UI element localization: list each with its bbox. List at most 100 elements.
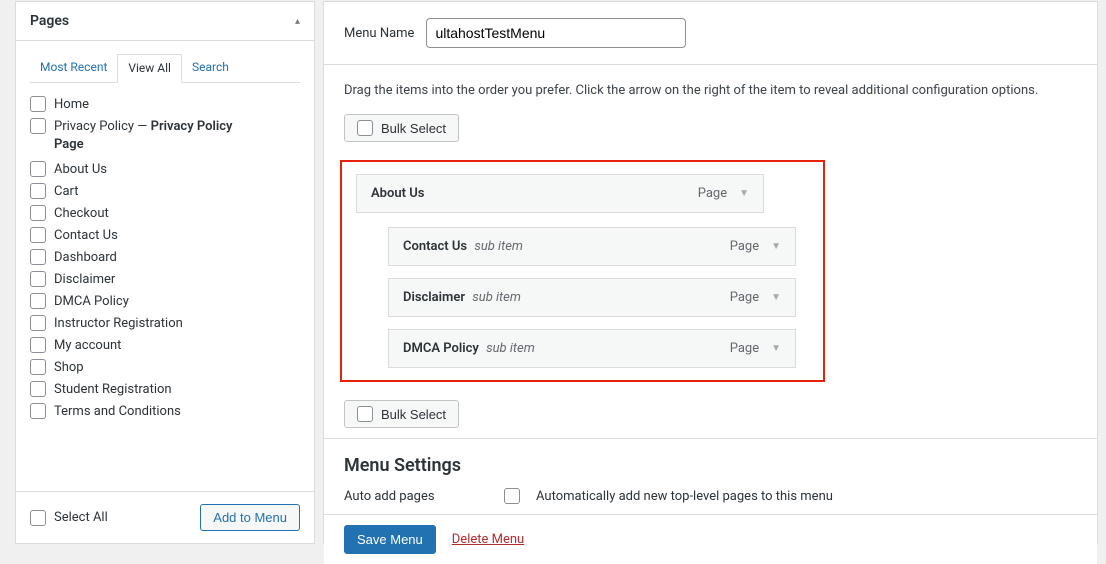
menu-bottom-bar: Save Menu Delete Menu xyxy=(324,514,1097,564)
add-to-menu-button[interactable]: Add to Menu xyxy=(200,504,300,531)
page-label: Contact Us xyxy=(54,228,118,243)
page-label: Home xyxy=(54,97,89,112)
list-item: Shop xyxy=(30,356,300,378)
menu-item-meta: Page ▼ xyxy=(698,186,749,201)
save-menu-button[interactable]: Save Menu xyxy=(344,525,436,554)
page-label-suffix: Privacy Policy xyxy=(151,119,233,134)
list-item: Checkout xyxy=(30,202,300,224)
chevron-down-icon[interactable]: ▼ xyxy=(771,292,781,303)
menu-name-label: Menu Name xyxy=(344,26,414,41)
pages-metabox: Pages ▴ Most Recent View All Search Home… xyxy=(15,1,315,544)
menu-editor: Menu Name Drag the items into the order … xyxy=(323,1,1098,544)
list-item: Home xyxy=(30,93,300,115)
chevron-down-icon[interactable]: ▼ xyxy=(739,188,749,199)
page-label-main: Privacy Policy xyxy=(54,119,134,134)
page-label-suffix-line2: Page xyxy=(54,137,300,152)
list-item: Dashboard xyxy=(30,246,300,268)
menu-item-type: Page xyxy=(698,186,727,201)
menu-item-name: About Us xyxy=(371,186,424,201)
bulk-select-button-bottom[interactable]: Bulk Select xyxy=(344,400,459,428)
page-label: Terms and Conditions xyxy=(54,404,181,419)
menu-item-disclaimer[interactable]: Disclaimer sub item Page ▼ xyxy=(388,278,796,317)
checkbox[interactable] xyxy=(30,271,46,287)
checkbox[interactable] xyxy=(30,227,46,243)
bulk-select-label: Bulk Select xyxy=(381,407,446,422)
menu-settings-section: Menu Settings Auto add pages Automatical… xyxy=(324,438,1097,514)
select-all-control[interactable]: Select All xyxy=(30,510,108,526)
menu-item-name: DMCA Policy sub item xyxy=(403,341,535,356)
menu-item-type: Page xyxy=(730,341,759,356)
checkbox[interactable] xyxy=(504,488,520,504)
page-label: About Us xyxy=(54,162,107,177)
checkbox[interactable] xyxy=(30,510,46,526)
list-item: Student Registration xyxy=(30,378,300,400)
chevron-down-icon[interactable]: ▼ xyxy=(771,343,781,354)
menu-item-meta: Page ▼ xyxy=(730,239,781,254)
pages-panel-footer: Select All Add to Menu xyxy=(16,491,314,543)
list-item: DMCA Policy xyxy=(30,290,300,312)
tab-most-recent[interactable]: Most Recent xyxy=(30,54,117,83)
menu-name-input[interactable] xyxy=(426,18,686,48)
pages-tabs: Most Recent View All Search xyxy=(30,53,300,83)
list-item: Disclaimer xyxy=(30,268,300,290)
setting-auto-add-pages: Auto add pages Automatically add new top… xyxy=(344,488,1077,504)
menu-items-highlighted: About Us Page ▼ Contact Us sub item Page… xyxy=(340,160,825,382)
page-label: Student Registration xyxy=(54,382,172,397)
bulk-select-button-top[interactable]: Bulk Select xyxy=(344,114,459,142)
page-label: Dashboard xyxy=(54,250,117,265)
menu-item-name: Disclaimer sub item xyxy=(403,290,521,305)
bulk-select-label: Bulk Select xyxy=(381,121,446,136)
list-item: Instructor Registration xyxy=(30,312,300,334)
pages-panel-title: Pages xyxy=(30,13,69,29)
sub-item-tag: sub item xyxy=(474,239,523,254)
page-label: Shop xyxy=(54,360,84,375)
pages-panel-header[interactable]: Pages ▴ xyxy=(16,2,314,41)
checkbox[interactable] xyxy=(30,359,46,375)
menu-item-contact-us[interactable]: Contact Us sub item Page ▼ xyxy=(388,227,796,266)
page-label: Disclaimer xyxy=(54,272,115,287)
checkbox[interactable] xyxy=(30,96,46,112)
checkbox[interactable] xyxy=(30,337,46,353)
menu-item-meta: Page ▼ xyxy=(730,290,781,305)
list-item: Contact Us xyxy=(30,224,300,246)
menu-item-about-us[interactable]: About Us Page ▼ xyxy=(356,174,764,213)
page-label: My account xyxy=(54,338,121,353)
menu-item-type: Page xyxy=(730,239,759,254)
chevron-down-icon[interactable]: ▼ xyxy=(771,241,781,252)
tab-view-all[interactable]: View All xyxy=(117,54,182,83)
menu-item-dmca-policy[interactable]: DMCA Policy sub item Page ▼ xyxy=(388,329,796,368)
checkbox[interactable] xyxy=(30,403,46,419)
drag-hint-text: Drag the items into the order you prefer… xyxy=(344,83,1077,98)
checkbox[interactable] xyxy=(357,120,373,136)
checkbox[interactable] xyxy=(30,315,46,331)
menu-item-name-text: Contact Us xyxy=(403,239,467,254)
select-all-label: Select All xyxy=(54,510,108,525)
tab-search[interactable]: Search xyxy=(182,54,239,83)
page-label: Privacy Policy — Privacy Policy xyxy=(54,119,233,134)
list-item: Terms and Conditions xyxy=(30,400,300,422)
page-label: Checkout xyxy=(54,206,109,221)
list-item: My account xyxy=(30,334,300,356)
page-label: DMCA Policy xyxy=(54,294,129,309)
menu-name-row: Menu Name xyxy=(324,2,1097,65)
checkbox[interactable] xyxy=(30,161,46,177)
checkbox[interactable] xyxy=(30,293,46,309)
menu-settings-heading: Menu Settings xyxy=(344,455,1077,476)
page-label-sep: — xyxy=(134,119,151,134)
checkbox[interactable] xyxy=(30,381,46,397)
list-item: About Us xyxy=(30,158,300,180)
menu-item-type: Page xyxy=(730,290,759,305)
menu-item-name-text: DMCA Policy xyxy=(403,341,479,356)
menu-item-name: Contact Us sub item xyxy=(403,239,523,254)
setting-label: Auto add pages xyxy=(344,489,504,504)
checkbox[interactable] xyxy=(30,205,46,221)
checkbox[interactable] xyxy=(357,406,373,422)
menu-item-name-text: Disclaimer xyxy=(403,290,465,305)
page-label: Cart xyxy=(54,184,79,199)
checkbox[interactable] xyxy=(30,183,46,199)
checkbox[interactable] xyxy=(30,118,46,134)
auto-add-checkbox-control[interactable]: Automatically add new top-level pages to… xyxy=(504,488,833,504)
list-item: Privacy Policy — Privacy Policy xyxy=(30,115,300,137)
checkbox[interactable] xyxy=(30,249,46,265)
collapse-icon: ▴ xyxy=(295,16,300,27)
